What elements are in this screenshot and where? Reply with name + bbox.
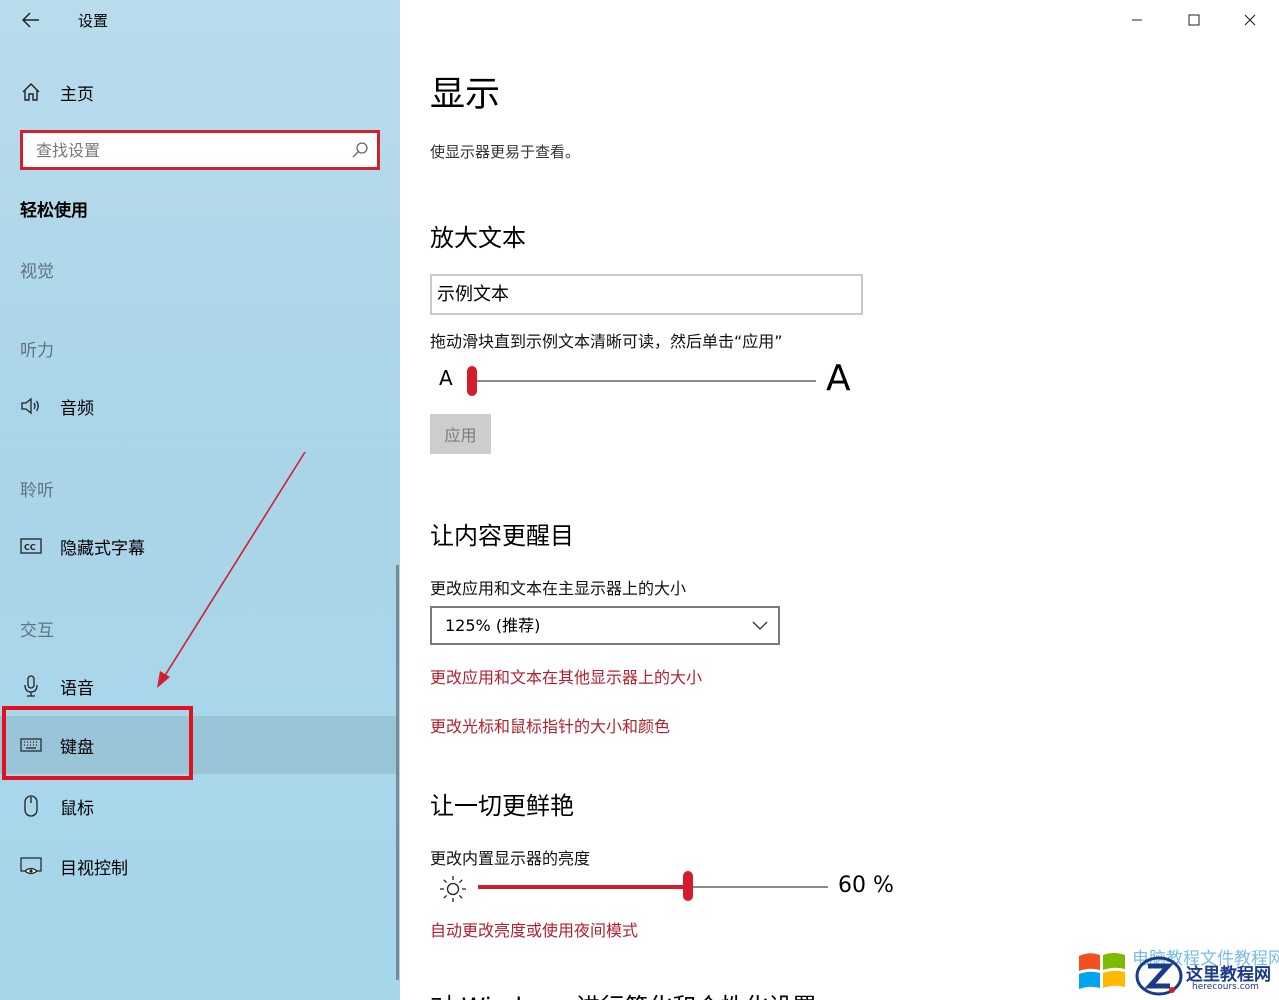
link-other-displays[interactable]: 更改应用和文本在其他显示器上的大小 — [430, 664, 702, 688]
sidebar-item-label: 主页 — [60, 84, 94, 105]
watermark: 电脑教程文件教程网 这里教程网 herecours.com — [1074, 942, 1279, 1000]
section-heading-make-stand-out: 让内容更醒目 — [430, 522, 574, 550]
category-vision: 视觉 — [20, 262, 54, 282]
text-size-instruction: 拖动滑块直到示例文本清晰可读，然后单击“应用” — [430, 332, 783, 351]
speaker-icon — [20, 395, 42, 417]
sidebar-item-label: 目视控制 — [60, 858, 128, 879]
search-icon[interactable] — [351, 141, 369, 159]
sidebar-item-home[interactable]: 主页 — [0, 70, 396, 114]
section-heading-enlarge-text: 放大文本 — [430, 224, 526, 252]
text-size-slider-thumb[interactable] — [467, 366, 477, 396]
brightness-slider-fill — [478, 885, 688, 889]
sidebar-item-keyboard[interactable]: 键盘 — [0, 716, 396, 774]
text-size-slider-track[interactable] — [470, 380, 816, 382]
scale-label: 更改应用和文本在主显示器上的大小 — [430, 579, 687, 598]
brightness-label: 更改内置显示器的亮度 — [430, 849, 591, 868]
big-a-label: A — [826, 358, 851, 399]
sidebar-item-speech[interactable]: 语音 — [0, 657, 396, 715]
windows-logo-icon — [1079, 953, 1125, 989]
microphone-icon — [20, 675, 42, 697]
sidebar-item-captions[interactable]: CC 隐藏式字幕 — [0, 517, 396, 575]
sidebar-item-eye-control[interactable]: 目视控制 — [0, 837, 396, 895]
link-cursor-pointer[interactable]: 更改光标和鼠标指针的大小和颜色 — [430, 713, 670, 737]
brightness-value: 60 % — [838, 873, 894, 898]
category-interaction: 交互 — [20, 621, 54, 641]
sample-text-box: 示例文本 — [430, 274, 863, 315]
apply-button[interactable]: 应用 — [430, 414, 491, 454]
sidebar-scrollbar[interactable] — [396, 565, 399, 980]
main-content: 显示 使显示器更易于查看。 放大文本 示例文本 拖动滑块直到示例文本清晰可读，然… — [430, 0, 1260, 1000]
watermark-url: herecours.com — [1192, 982, 1259, 992]
chevron-down-icon — [752, 621, 768, 630]
mouse-icon — [20, 795, 42, 817]
app-title: 设置 — [78, 12, 109, 30]
back-button[interactable] — [16, 6, 46, 34]
section-heading-brighter: 让一切更鲜艳 — [430, 792, 574, 820]
home-icon — [20, 81, 42, 103]
sidebar-item-audio[interactable]: 音频 — [0, 377, 396, 435]
sidebar-item-label: 隐藏式字幕 — [60, 538, 145, 559]
sidebar-item-label: 语音 — [60, 678, 94, 699]
eye-control-icon — [20, 855, 42, 877]
svg-text:CC: CC — [24, 543, 36, 552]
closed-captions-icon: CC — [20, 535, 42, 557]
category-hearing: 听力 — [20, 341, 54, 361]
search-box — [20, 130, 380, 170]
sidebar-item-label: 鼠标 — [60, 798, 94, 819]
sidebar-item-label: 键盘 — [60, 737, 94, 758]
sidebar-item-mouse[interactable]: 鼠标 — [0, 777, 396, 835]
sidebar-item-label: 音频 — [60, 398, 94, 419]
section-heading-simplify: 对 Windows 进行简化和个性化设置 — [430, 987, 816, 1000]
category-listening: 聆听 — [20, 481, 54, 501]
section-title: 轻松使用 — [20, 201, 88, 221]
sun-icon — [440, 876, 466, 902]
keyboard-icon — [20, 734, 42, 756]
brightness-slider-thumb[interactable] — [683, 871, 693, 901]
small-a-label: A — [439, 366, 453, 390]
back-arrow-icon — [22, 12, 39, 28]
link-night-mode[interactable]: 自动更改亮度或使用夜间模式 — [430, 917, 638, 941]
page-title: 显示 — [430, 75, 501, 115]
page-description: 使显示器更易于查看。 — [430, 143, 581, 161]
scale-dropdown-value: 125% (推荐) — [445, 616, 541, 635]
search-input[interactable] — [23, 133, 343, 167]
sidebar: 设置 主页 轻松使用 视觉 听力 音频 聆听 CC 隐藏式字幕 交互 语音 — [0, 0, 400, 1000]
scale-dropdown[interactable]: 125% (推荐) — [430, 606, 780, 645]
site-z-logo-icon — [1135, 956, 1183, 996]
